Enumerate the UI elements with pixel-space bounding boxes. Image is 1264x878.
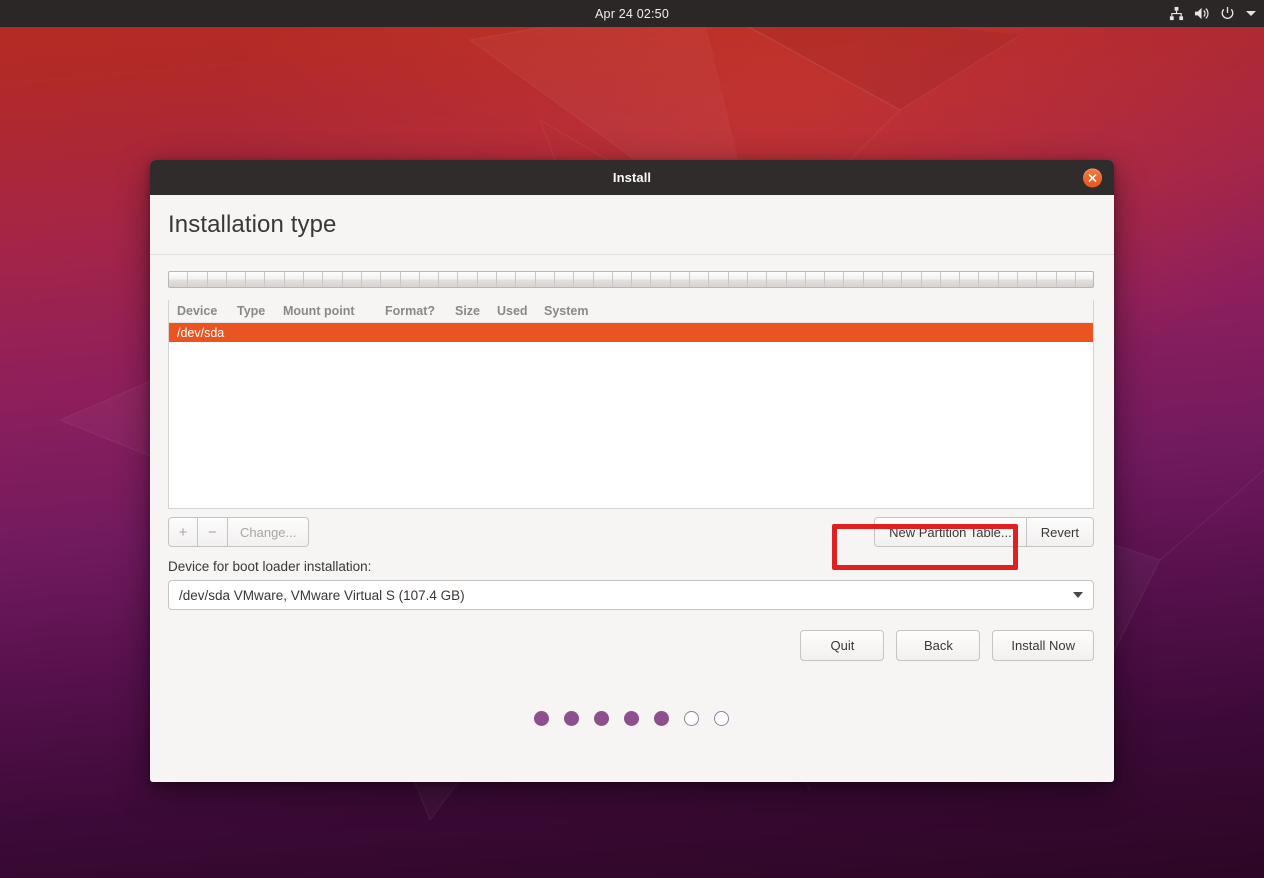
partition-strip-segment — [169, 272, 189, 287]
partition-strip-segment — [709, 272, 729, 287]
progress-dot-empty — [713, 711, 729, 726]
window-title: Install — [612, 170, 652, 185]
partition-strip-segment — [188, 272, 208, 287]
system-menu-caret[interactable] — [1246, 11, 1256, 16]
partition-strip-segment — [478, 272, 498, 287]
page-title: Installation type — [168, 210, 337, 238]
partition-toolbar: + − Change... New Partition Table... Rev… — [168, 517, 1094, 547]
partition-strip-segment — [362, 272, 382, 287]
progress-dots — [168, 711, 1094, 726]
partition-strip-segment — [1076, 272, 1093, 287]
column-header-mount-point[interactable]: Mount point — [283, 304, 385, 318]
partition-strip-segment — [979, 272, 999, 287]
new-partition-table-button[interactable]: New Partition Table... — [874, 517, 1027, 547]
install-now-button[interactable]: Install Now — [992, 630, 1094, 661]
partition-strip-segment — [902, 272, 922, 287]
partition-strip-segment — [227, 272, 247, 287]
partition-strip-segment — [536, 272, 555, 287]
clock[interactable]: Apr 24 02:50 — [595, 7, 669, 21]
partition-strip-segment — [555, 272, 575, 287]
column-header-format[interactable]: Format? — [385, 304, 455, 318]
partition-strip-segment — [497, 272, 517, 287]
partition-strip-segment — [343, 272, 362, 287]
partition-strip-segment — [825, 272, 845, 287]
partition-table-header: Device Type Mount point Format? Size Use… — [169, 300, 1093, 323]
partition-strip-segment — [806, 272, 826, 287]
partition-strip-segment — [574, 272, 594, 287]
progress-dot-filled — [563, 711, 579, 726]
volume-icon[interactable] — [1194, 6, 1210, 21]
partition-strip-segment — [671, 272, 691, 287]
column-header-size[interactable]: Size — [455, 304, 497, 318]
partition-strip-segment — [883, 272, 903, 287]
revert-button[interactable]: Revert — [1026, 517, 1094, 547]
partition-table: Device Type Mount point Format? Size Use… — [168, 300, 1094, 509]
partition-strip-segment — [420, 272, 440, 287]
partition-strip-segment — [748, 272, 768, 287]
partition-strip-segment — [613, 272, 633, 287]
partition-strip-segment — [651, 272, 671, 287]
installer-body: Device Type Mount point Format? Size Use… — [150, 255, 1114, 726]
boot-loader-select[interactable]: /dev/sda VMware, VMware Virtual S (107.4… — [168, 580, 1094, 610]
partition-strip-segment — [594, 272, 613, 287]
partition-strip-segment — [458, 272, 478, 287]
column-header-system[interactable]: System — [544, 304, 614, 318]
boot-loader-selected-value: /dev/sda VMware, VMware Virtual S (107.4… — [179, 587, 465, 603]
partition-strip-segment — [632, 272, 652, 287]
remove-partition-button[interactable]: − — [198, 517, 228, 547]
partition-strip-segment — [941, 272, 961, 287]
cell-device: /dev/sda — [177, 325, 225, 340]
partition-strip-segment — [690, 272, 710, 287]
system-tray — [1169, 0, 1256, 27]
boot-loader-label: Device for boot loader installation: — [168, 559, 372, 574]
partition-strip-segment — [729, 272, 748, 287]
progress-dot-filled — [533, 711, 549, 726]
navigation-buttons: Quit Back Install Now — [168, 630, 1094, 661]
partition-strip-segment — [1057, 272, 1076, 287]
partition-edit-group: + − Change... — [168, 517, 310, 547]
partition-strip-segment — [208, 272, 227, 287]
partition-table-actions: New Partition Table... Revert — [874, 517, 1094, 547]
column-header-device[interactable]: Device — [177, 304, 237, 318]
partition-strip-segment — [381, 272, 401, 287]
partition-strip-segment — [304, 272, 324, 287]
partition-strip-segment — [960, 272, 980, 287]
power-icon[interactable] — [1220, 6, 1235, 21]
partition-strip-segment — [516, 272, 536, 287]
progress-dot-filled — [593, 711, 609, 726]
add-partition-button[interactable]: + — [168, 517, 198, 547]
quit-button[interactable]: Quit — [800, 630, 885, 661]
table-row[interactable]: /dev/sda — [169, 323, 1093, 342]
partition-strip-segment — [787, 272, 806, 287]
change-partition-button[interactable]: Change... — [228, 517, 310, 547]
partition-strip-segment — [265, 272, 285, 287]
partition-strip-segment — [323, 272, 343, 287]
partition-strip-segment — [246, 272, 266, 287]
partition-strip-segment — [864, 272, 883, 287]
chevron-down-icon — [1073, 592, 1083, 598]
progress-dot-empty — [683, 711, 699, 726]
installer-window: Install Installation type Device Type Mo… — [150, 160, 1114, 782]
partition-strip-segment — [1037, 272, 1057, 287]
progress-dot-filled — [623, 711, 639, 726]
network-icon[interactable] — [1169, 6, 1184, 21]
window-titlebar: Install — [150, 160, 1114, 195]
close-icon[interactable] — [1083, 168, 1102, 187]
partition-strip-segment — [844, 272, 864, 287]
partition-usage-strip[interactable] — [168, 271, 1094, 288]
partition-strip-segment — [999, 272, 1019, 287]
partition-strip-segment — [922, 272, 941, 287]
partition-strip-segment — [1018, 272, 1038, 287]
partition-strip-segment — [401, 272, 420, 287]
back-button[interactable]: Back — [896, 630, 981, 661]
partition-strip-segment — [285, 272, 305, 287]
partition-strip-segment — [439, 272, 459, 287]
page-header: Installation type — [150, 195, 1114, 255]
column-header-used[interactable]: Used — [497, 304, 544, 318]
column-header-type[interactable]: Type — [237, 304, 283, 318]
top-panel: Apr 24 02:50 — [0, 0, 1264, 27]
partition-table-body: /dev/sda — [169, 323, 1093, 508]
partition-strip-segment — [767, 272, 787, 287]
progress-dot-filled — [653, 711, 669, 726]
